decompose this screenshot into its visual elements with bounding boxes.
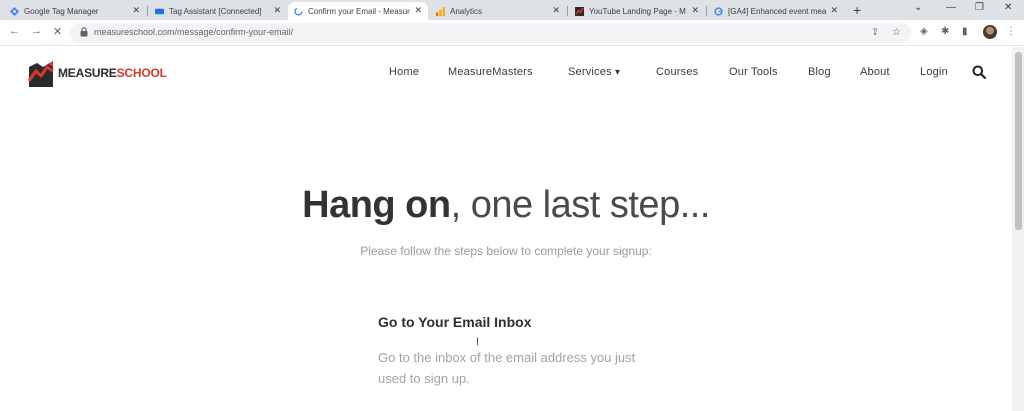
extensions-puzzle-icon[interactable]: ✱ (941, 26, 949, 37)
site-header: MEASURESCHOOL Home MeasureMasters Servic… (0, 47, 1012, 107)
tab-title: Google Tag Manager (24, 6, 99, 16)
tag-assistant-icon (155, 7, 164, 16)
bookmark-star-icon[interactable]: ☆ (892, 27, 901, 38)
close-icon[interactable]: ✕ (414, 5, 422, 16)
tab-title: Tag Assistant [Connected] (169, 6, 262, 16)
tab-search-icon[interactable]: ⌄ (914, 2, 922, 13)
close-icon[interactable]: ✕ (552, 5, 560, 16)
tab-separator (567, 6, 568, 16)
nav-measuremasters[interactable]: MeasureMasters (448, 66, 533, 78)
logo-word-school: SCHOOL (116, 66, 167, 80)
measureschool-favicon (575, 6, 584, 16)
nav-home[interactable]: Home (389, 66, 419, 78)
headline-strong: Hang on (302, 184, 451, 226)
forward-icon[interactable]: → (31, 25, 42, 37)
address-bar[interactable]: measureschool.com/message/confirm-your-e… (70, 23, 911, 43)
google-icon (714, 6, 723, 16)
logo-mark-icon (27, 61, 54, 87)
loading-icon (294, 7, 303, 16)
nav-courses[interactable]: Courses (656, 66, 698, 78)
tab-tag-assistant[interactable]: Tag Assistant [Connected] ✕ (149, 2, 287, 20)
page-subheadline: Please follow the steps below to complet… (360, 244, 652, 258)
tab-analytics[interactable]: Analytics ✕ (430, 2, 566, 20)
window-close-icon[interactable]: ✕ (1004, 2, 1012, 13)
close-icon[interactable]: ✕ (830, 5, 838, 16)
stop-icon[interactable]: ✕ (53, 25, 62, 38)
tab-youtube-landing-page[interactable]: YouTube Landing Page - M ✕ (569, 2, 705, 20)
search-icon[interactable] (972, 65, 986, 79)
nav-about[interactable]: About (860, 66, 890, 78)
gtm-icon (10, 6, 19, 16)
side-panel-icon[interactable]: ▮ (962, 26, 968, 37)
headline-rest: , one last step... (450, 184, 711, 226)
url-host: measureschool.com (94, 27, 175, 37)
close-icon[interactable]: ✕ (273, 5, 281, 16)
tab-title: [GA4] Enhanced event mea (728, 6, 827, 16)
nav-services[interactable]: Services ▾ (568, 66, 620, 78)
analytics-icon (436, 6, 445, 16)
tab-ga4-enhanced-event[interactable]: [GA4] Enhanced event mea ✕ (708, 2, 844, 20)
tab-title: Analytics (450, 6, 483, 16)
more-menu-icon[interactable]: ⋮ (1006, 26, 1016, 37)
step-description: Go to the inbox of the email address you… (378, 350, 636, 386)
text-cursor-icon: I (476, 336, 480, 348)
lock-icon[interactable] (80, 27, 88, 37)
browser-toolbar: ← → ✕ measureschool.com/message/confirm-… (0, 20, 1024, 46)
close-icon[interactable]: ✕ (132, 5, 140, 16)
logo-wordmark: MEASURESCHOOL (58, 66, 167, 80)
tab-title: YouTube Landing Page - M (589, 6, 686, 16)
page-headline: Hang on, one last step... (0, 184, 1012, 227)
nav-services-label: Services (568, 66, 612, 78)
tab-google-tag-manager[interactable]: Google Tag Manager ✕ (4, 2, 146, 20)
share-icon[interactable]: ⇪ (871, 27, 879, 38)
tab-separator (147, 6, 148, 16)
url-text[interactable]: measureschool.com/message/confirm-your-e… (94, 27, 293, 37)
new-tab-button[interactable]: + (853, 2, 861, 18)
nav-our-tools[interactable]: Our Tools (729, 66, 778, 78)
step-title: Go to Your Email Inbox (378, 314, 532, 330)
close-icon[interactable]: ✕ (691, 5, 699, 16)
chevron-down-icon: ▾ (615, 67, 621, 78)
maximize-icon[interactable]: ❐ (975, 2, 984, 13)
minimize-icon[interactable]: — (946, 2, 956, 13)
scrollbar-thumb[interactable] (1015, 52, 1022, 230)
tab-confirm-email[interactable]: Confirm your Email - Measur ✕ (288, 2, 428, 20)
tab-separator (706, 6, 707, 16)
browser-tab-strip: Google Tag Manager ✕ Tag Assistant [Conn… (0, 0, 1024, 20)
extension-icon[interactable]: ◈ (920, 26, 928, 37)
logo-word-measure: MEASURE (58, 66, 117, 80)
back-icon[interactable]: ← (9, 25, 20, 37)
nav-login[interactable]: Login (920, 66, 948, 78)
nav-blog[interactable]: Blog (808, 66, 831, 78)
profile-avatar[interactable] (983, 25, 997, 39)
measureschool-logo[interactable]: MEASURESCHOOL (27, 57, 167, 89)
tab-title: Confirm your Email - Measur (308, 6, 410, 16)
url-path: /message/confirm-your-email/ (174, 27, 294, 37)
